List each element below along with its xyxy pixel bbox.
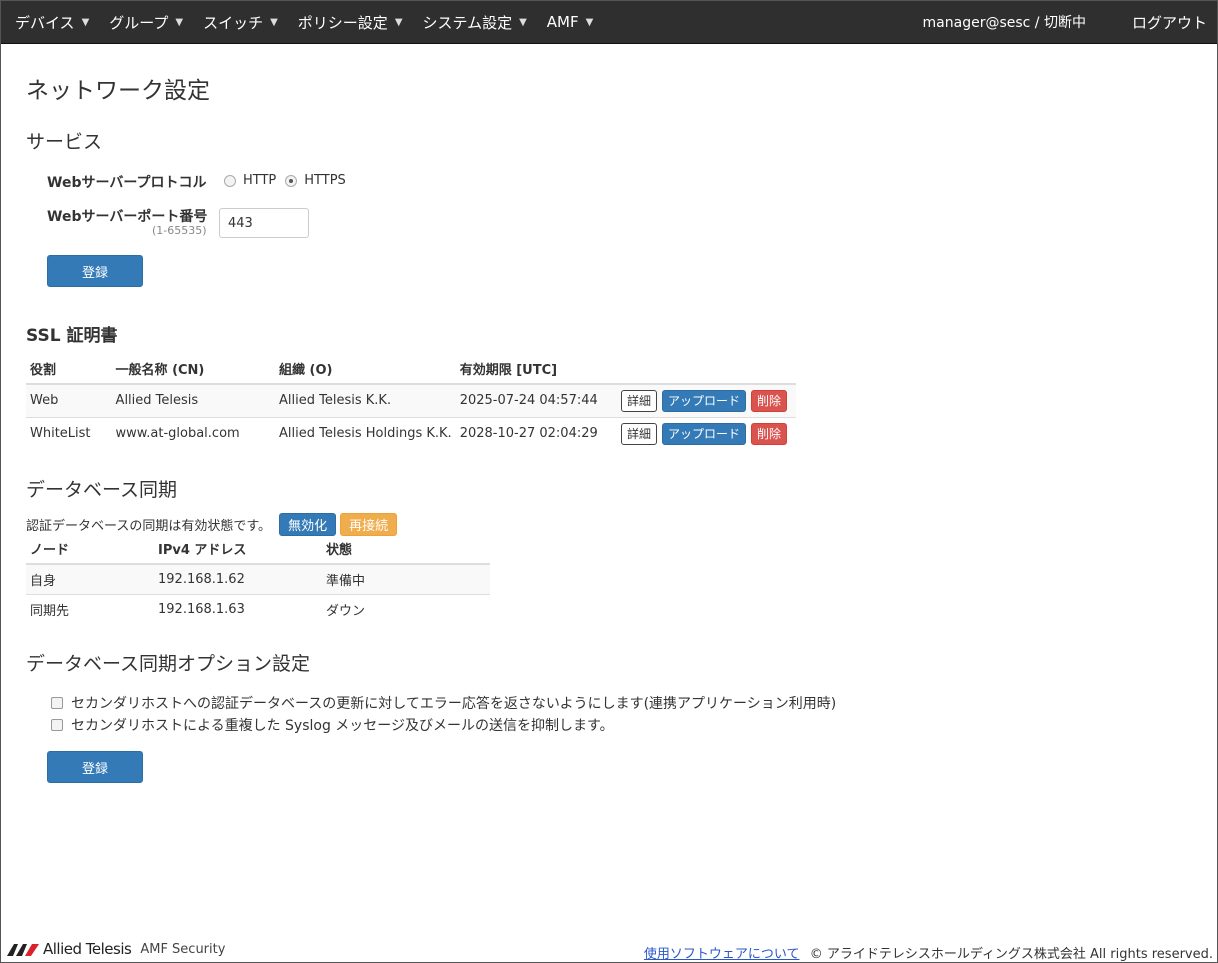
page-title: ネットワーク設定 xyxy=(26,78,210,104)
chevron-down-icon: ▼ xyxy=(394,16,403,28)
col-cn: 一般名称 (CN) xyxy=(111,354,276,385)
delete-button[interactable]: 削除 xyxy=(750,422,787,445)
port-range-hint: (1-65535) xyxy=(152,224,207,237)
delete-button[interactable]: 削除 xyxy=(750,389,787,412)
allied-telesis-logo-icon xyxy=(7,944,39,956)
top-navbar: デバイス ▼ グループ ▼ スイッチ ▼ ポリシー設定 ▼ システム設定 ▼ AMF ▼ m… xyxy=(1,1,1217,44)
dbsync-status: 認証データベースの同期は有効状態です。 無効化 再接続 xyxy=(26,513,398,536)
option-suppress-syslog-checkbox[interactable] xyxy=(51,719,63,731)
radio-http[interactable] xyxy=(224,174,236,187)
table-row: 自身 192.168.1.62 準備中 xyxy=(26,564,490,595)
nav-item-policy[interactable]: ポリシー設定 ▼ xyxy=(298,1,403,43)
chevron-down-icon: ▼ xyxy=(585,16,594,28)
upload-button[interactable]: アップロード xyxy=(661,389,746,412)
user-status: manager@sesc / 切断中 xyxy=(922,15,1086,31)
copyright-text: © アライドテレシスホールディングス株式会社 All rights reserv… xyxy=(809,947,1213,962)
col-ip: IPv4 アドレス xyxy=(154,534,322,565)
nav-right: manager@sesc / 切断中 ログアウト xyxy=(923,1,1217,43)
option-no-error-checkbox[interactable] xyxy=(51,697,63,709)
radio-https[interactable] xyxy=(285,174,298,187)
table-row: 同期先 192.168.1.63 ダウン xyxy=(30,601,366,619)
col-org: 組織 (O) xyxy=(275,354,456,385)
footer: Allied Telesis AMF Security 使用ソフトウェアについて… xyxy=(1,938,1217,962)
radio-http-label: HTTP xyxy=(243,173,277,188)
logo-text: Allied Telesis xyxy=(43,940,132,958)
nav-item-groups[interactable]: グループ ▼ xyxy=(109,1,183,43)
dbsync-status-text: 認証データベースの同期は有効状態です。 xyxy=(26,519,272,534)
nav-item-devices[interactable]: デバイス ▼ xyxy=(15,1,89,43)
col-state: 状態 xyxy=(322,534,490,565)
chevron-down-icon: ▼ xyxy=(81,16,90,28)
dbsync-heading: データベース同期 xyxy=(26,479,178,501)
protocol-label: Webサーバープロトコル xyxy=(47,175,207,191)
table-row: WhiteList www.at-global.com Allied Teles… xyxy=(26,417,796,450)
allied-telesis-logo: Allied Telesis AMF Security xyxy=(7,940,225,958)
service-heading: サービス xyxy=(26,131,103,153)
nav-item-switches[interactable]: スイッチ ▼ xyxy=(203,1,278,43)
table-row: Web Allied Telesis Allied Telesis K.K. 2… xyxy=(26,384,796,418)
nav-item-amf[interactable]: AMF ▼ xyxy=(547,1,594,43)
chevron-down-icon: ▼ xyxy=(519,16,527,28)
footer-right: 使用ソフトウェアについて © アライドテレシスホールディングス株式会社 All … xyxy=(644,943,1213,962)
detail-button[interactable]: 詳細 xyxy=(620,422,657,445)
software-info-link[interactable]: 使用ソフトウェアについて xyxy=(644,947,800,962)
radio-https-label: HTTPS xyxy=(304,173,346,188)
option-row-no-error: セカンダリホストへの認証データベースの更新に対してエラー応答を返さないようにしま… xyxy=(51,693,836,713)
upload-button[interactable]: アップロード xyxy=(661,422,746,445)
option-suppress-syslog-label: セカンダリホストによる重複した Syslog メッセージ及びメールの送信を抑制し… xyxy=(71,718,614,734)
port-label: Webサーバーポート番号 xyxy=(47,209,208,225)
port-input[interactable] xyxy=(219,208,309,238)
product-name: AMF Security xyxy=(140,941,226,957)
nav-item-system[interactable]: システム設定 ▼ xyxy=(423,1,527,43)
chevron-down-icon: ▼ xyxy=(175,16,184,28)
option-row-suppress-syslog: セカンダリホストによる重複した Syslog メッセージ及びメールの送信を抑制し… xyxy=(51,715,614,735)
chevron-down-icon: ▼ xyxy=(270,16,278,28)
disable-button[interactable]: 無効化 xyxy=(279,513,337,536)
service-submit-button[interactable]: 登録 xyxy=(47,255,143,287)
dbsync-table: ノード IPv4 アドレス 状態 自身 192.168.1.62 準備中 同期先… xyxy=(26,534,490,624)
reconnect-button[interactable]: 再接続 xyxy=(340,513,398,536)
protocol-radio-group: HTTP HTTPS xyxy=(224,173,355,188)
option-no-error-label: セカンダリホストへの認証データベースの更新に対してエラー応答を返さないようにしま… xyxy=(71,696,837,712)
detail-button[interactable]: 詳細 xyxy=(620,389,657,412)
logout-link[interactable]: ログアウト xyxy=(1132,12,1207,33)
ssl-table: 役割 一般名称 (CN) 組織 (O) 有効期限 [UTC] Web Allie… xyxy=(26,354,796,450)
nav-menu: デバイス ▼ グループ ▼ スイッチ ▼ ポリシー設定 ▼ システム設定 ▼ AMF ▼ xyxy=(1,1,613,43)
ssl-heading: SSL 証明書 xyxy=(26,326,118,346)
dbsync-options-heading: データベース同期オプション設定 xyxy=(26,653,311,675)
col-expiry: 有効期限 [UTC] xyxy=(455,354,621,385)
dbsync-options-submit-button[interactable]: 登録 xyxy=(47,751,143,783)
col-role: 役割 xyxy=(26,354,112,385)
col-actions xyxy=(620,354,796,385)
col-node: ノード xyxy=(26,534,154,565)
